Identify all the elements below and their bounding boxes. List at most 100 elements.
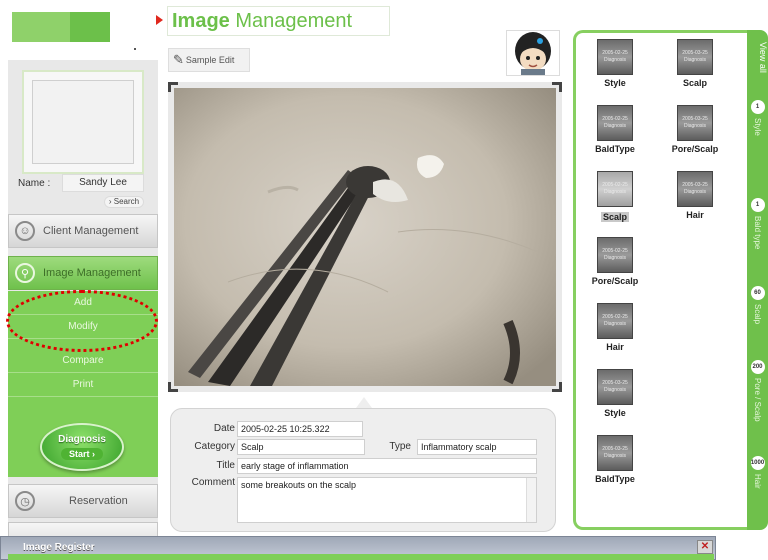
nav-label: Reservation: [69, 495, 128, 507]
image-info-panel: Date 2005-02-25 10:25.322 Category Scalp…: [170, 408, 556, 532]
date-label: Date: [213, 423, 235, 434]
category-label: Category: [194, 441, 235, 452]
page-title: Image Management: [167, 6, 390, 36]
tab-label: Pore / Scalp: [753, 378, 762, 422]
comment-text: some breakouts on the scalp: [241, 480, 357, 490]
thumbnail-caption: Hair: [606, 342, 624, 352]
thumbnail-selected[interactable]: 2005-02-25 Diagnosis Scalp: [588, 171, 642, 225]
thumbnail-caption: Pore/Scalp: [671, 144, 719, 154]
thumbnail-image: 2005-03-25 Diagnosis: [597, 435, 633, 471]
logo-area: [8, 8, 158, 58]
nav-reservation[interactable]: ◷ Reservation: [8, 484, 158, 518]
nav-client-management[interactable]: ☺ Client Management: [8, 214, 158, 248]
dialog-title: Image Register: [23, 542, 95, 553]
name-label: Name :: [18, 178, 51, 189]
tab-count: 1000: [750, 456, 765, 470]
frame-corner: [168, 382, 178, 392]
submenu-print[interactable]: Print: [8, 373, 158, 397]
tab-hair[interactable]: 1000 Hair: [747, 456, 768, 489]
logo-dot: [134, 48, 136, 50]
app-window: Name : Sandy Lee › Search ☺ Client Manag…: [0, 0, 768, 560]
thumbnail-caption: Pore/Scalp: [591, 276, 639, 286]
comment-scrollbar[interactable]: [526, 478, 536, 522]
thumbnail-image: 2005-03-25 Diagnosis: [677, 105, 713, 141]
thumbnail-caption: BaldType: [595, 144, 635, 154]
category-field[interactable]: Scalp: [237, 439, 365, 455]
tab-label: Style: [753, 118, 762, 136]
pencil-icon: ✎: [173, 52, 184, 67]
highlight-oval: [6, 290, 158, 352]
tab-count: 60: [750, 286, 765, 300]
sample-edit-label: Sample Edit: [185, 55, 235, 65]
magnifier-icon: ⚲: [15, 263, 35, 283]
smile-icon: ☺: [15, 221, 35, 241]
thumbnail-caption: Hair: [686, 210, 704, 220]
thumbnail-image: 2005-02-25 Diagnosis: [597, 237, 633, 273]
start-label: Start: [68, 449, 90, 459]
tab-label: Bald type: [753, 216, 762, 250]
thumbnail-caption: BaldType: [595, 474, 635, 484]
logo-block: [12, 12, 70, 42]
tab-scalp[interactable]: 60 Scalp: [747, 286, 768, 324]
frame-corner: [552, 382, 562, 392]
thumbnail-image: 2005-02-25 Diagnosis: [597, 171, 633, 207]
diagnosis-start-button[interactable]: Diagnosis Start ›: [40, 423, 124, 471]
sample-edit-button[interactable]: ✎ Sample Edit: [168, 48, 250, 72]
tab-label: Hair: [753, 474, 762, 489]
comment-textarea[interactable]: some breakouts on the scalp: [237, 477, 537, 523]
thumbnail[interactable]: 2005-03-25 Diagnosis Pore/Scalp: [668, 105, 722, 154]
thumbnail[interactable]: 2005-02-25 Diagnosis BaldType: [588, 105, 642, 154]
submenu-compare[interactable]: Compare: [8, 349, 158, 373]
thumbnail-caption: Style: [604, 408, 626, 418]
type-label: Type: [389, 441, 411, 452]
thumbnail-caption: Style: [604, 78, 626, 88]
thumbnail-image: 2005-02-25 Diagnosis: [597, 303, 633, 339]
thumbnail[interactable]: 2005-03-25 Diagnosis Scalp: [668, 39, 722, 88]
diagnosis-label: Diagnosis: [58, 434, 106, 445]
frame-corner: [168, 82, 178, 92]
tab-label: Scalp: [753, 304, 762, 325]
close-icon[interactable]: ✕: [697, 540, 713, 554]
name-field[interactable]: Sandy Lee: [62, 174, 144, 192]
title-field[interactable]: early stage of inflammation: [237, 458, 537, 474]
tab-view-all[interactable]: View all: [747, 42, 768, 73]
thumbnail-image: 2005-03-25 Diagnosis: [677, 39, 713, 75]
thumbnail-caption: Scalp: [682, 78, 707, 88]
search-label: Search: [113, 197, 140, 206]
scalp-image[interactable]: [168, 82, 562, 392]
tab-bald-type[interactable]: 1 Bald type: [747, 198, 768, 249]
thumbnail-panel: 2005-02-25 Diagnosis Style 2005-03-25 Diag…: [573, 30, 749, 530]
tab-count: 200: [750, 360, 765, 374]
tab-pore-scalp[interactable]: 200 Pore / Scalp: [747, 360, 768, 422]
tab-count: 1: [750, 100, 765, 114]
thumbnail[interactable]: 2005-02-25 Diagnosis Pore/Scalp: [588, 237, 642, 286]
thumbnail-image: 2005-02-25 Diagnosis: [597, 105, 633, 141]
nav-image-management[interactable]: ⚲ Image Management: [8, 256, 158, 290]
tab-count: 1: [750, 198, 765, 212]
type-field[interactable]: Inflammatory scalp: [417, 439, 537, 455]
thumbnail[interactable]: 2005-03-25 Diagnosis Style: [588, 369, 642, 418]
frame-corner: [552, 82, 562, 92]
search-button[interactable]: › Search: [104, 196, 144, 208]
thumbnail[interactable]: 2005-03-25 Diagnosis BaldType: [588, 435, 642, 484]
thumbnail-image: 2005-02-25 Diagnosis: [597, 39, 633, 75]
client-photo: [22, 70, 144, 174]
thumbnail[interactable]: 2005-02-25 Diagnosis Hair: [588, 303, 642, 352]
nav-label: Client Management: [43, 225, 139, 237]
title-label: Title: [216, 460, 235, 471]
date-field[interactable]: 2005-02-25 10:25.322: [237, 421, 363, 437]
dialog-body-edge: [8, 554, 714, 560]
thumbnail-image: 2005-03-25 Diagnosis: [597, 369, 633, 405]
nav-label: Image Management: [43, 267, 141, 279]
logo-block: [70, 12, 110, 42]
avatar: [506, 30, 560, 76]
diagnosis-area: Diagnosis Start ›: [8, 417, 158, 477]
tab-style[interactable]: 1 Style: [747, 100, 768, 136]
thumbnail-caption: Scalp: [600, 212, 629, 222]
info-notch: [356, 397, 372, 408]
clock-icon: ◷: [15, 491, 35, 511]
thumbnail[interactable]: 2005-03-25 Diagnosis Hair: [668, 171, 722, 220]
thumbnail-image: 2005-03-25 Diagnosis: [677, 171, 713, 207]
title-arrow-icon: [156, 15, 163, 25]
thumbnail[interactable]: 2005-02-25 Diagnosis Style: [588, 39, 642, 88]
